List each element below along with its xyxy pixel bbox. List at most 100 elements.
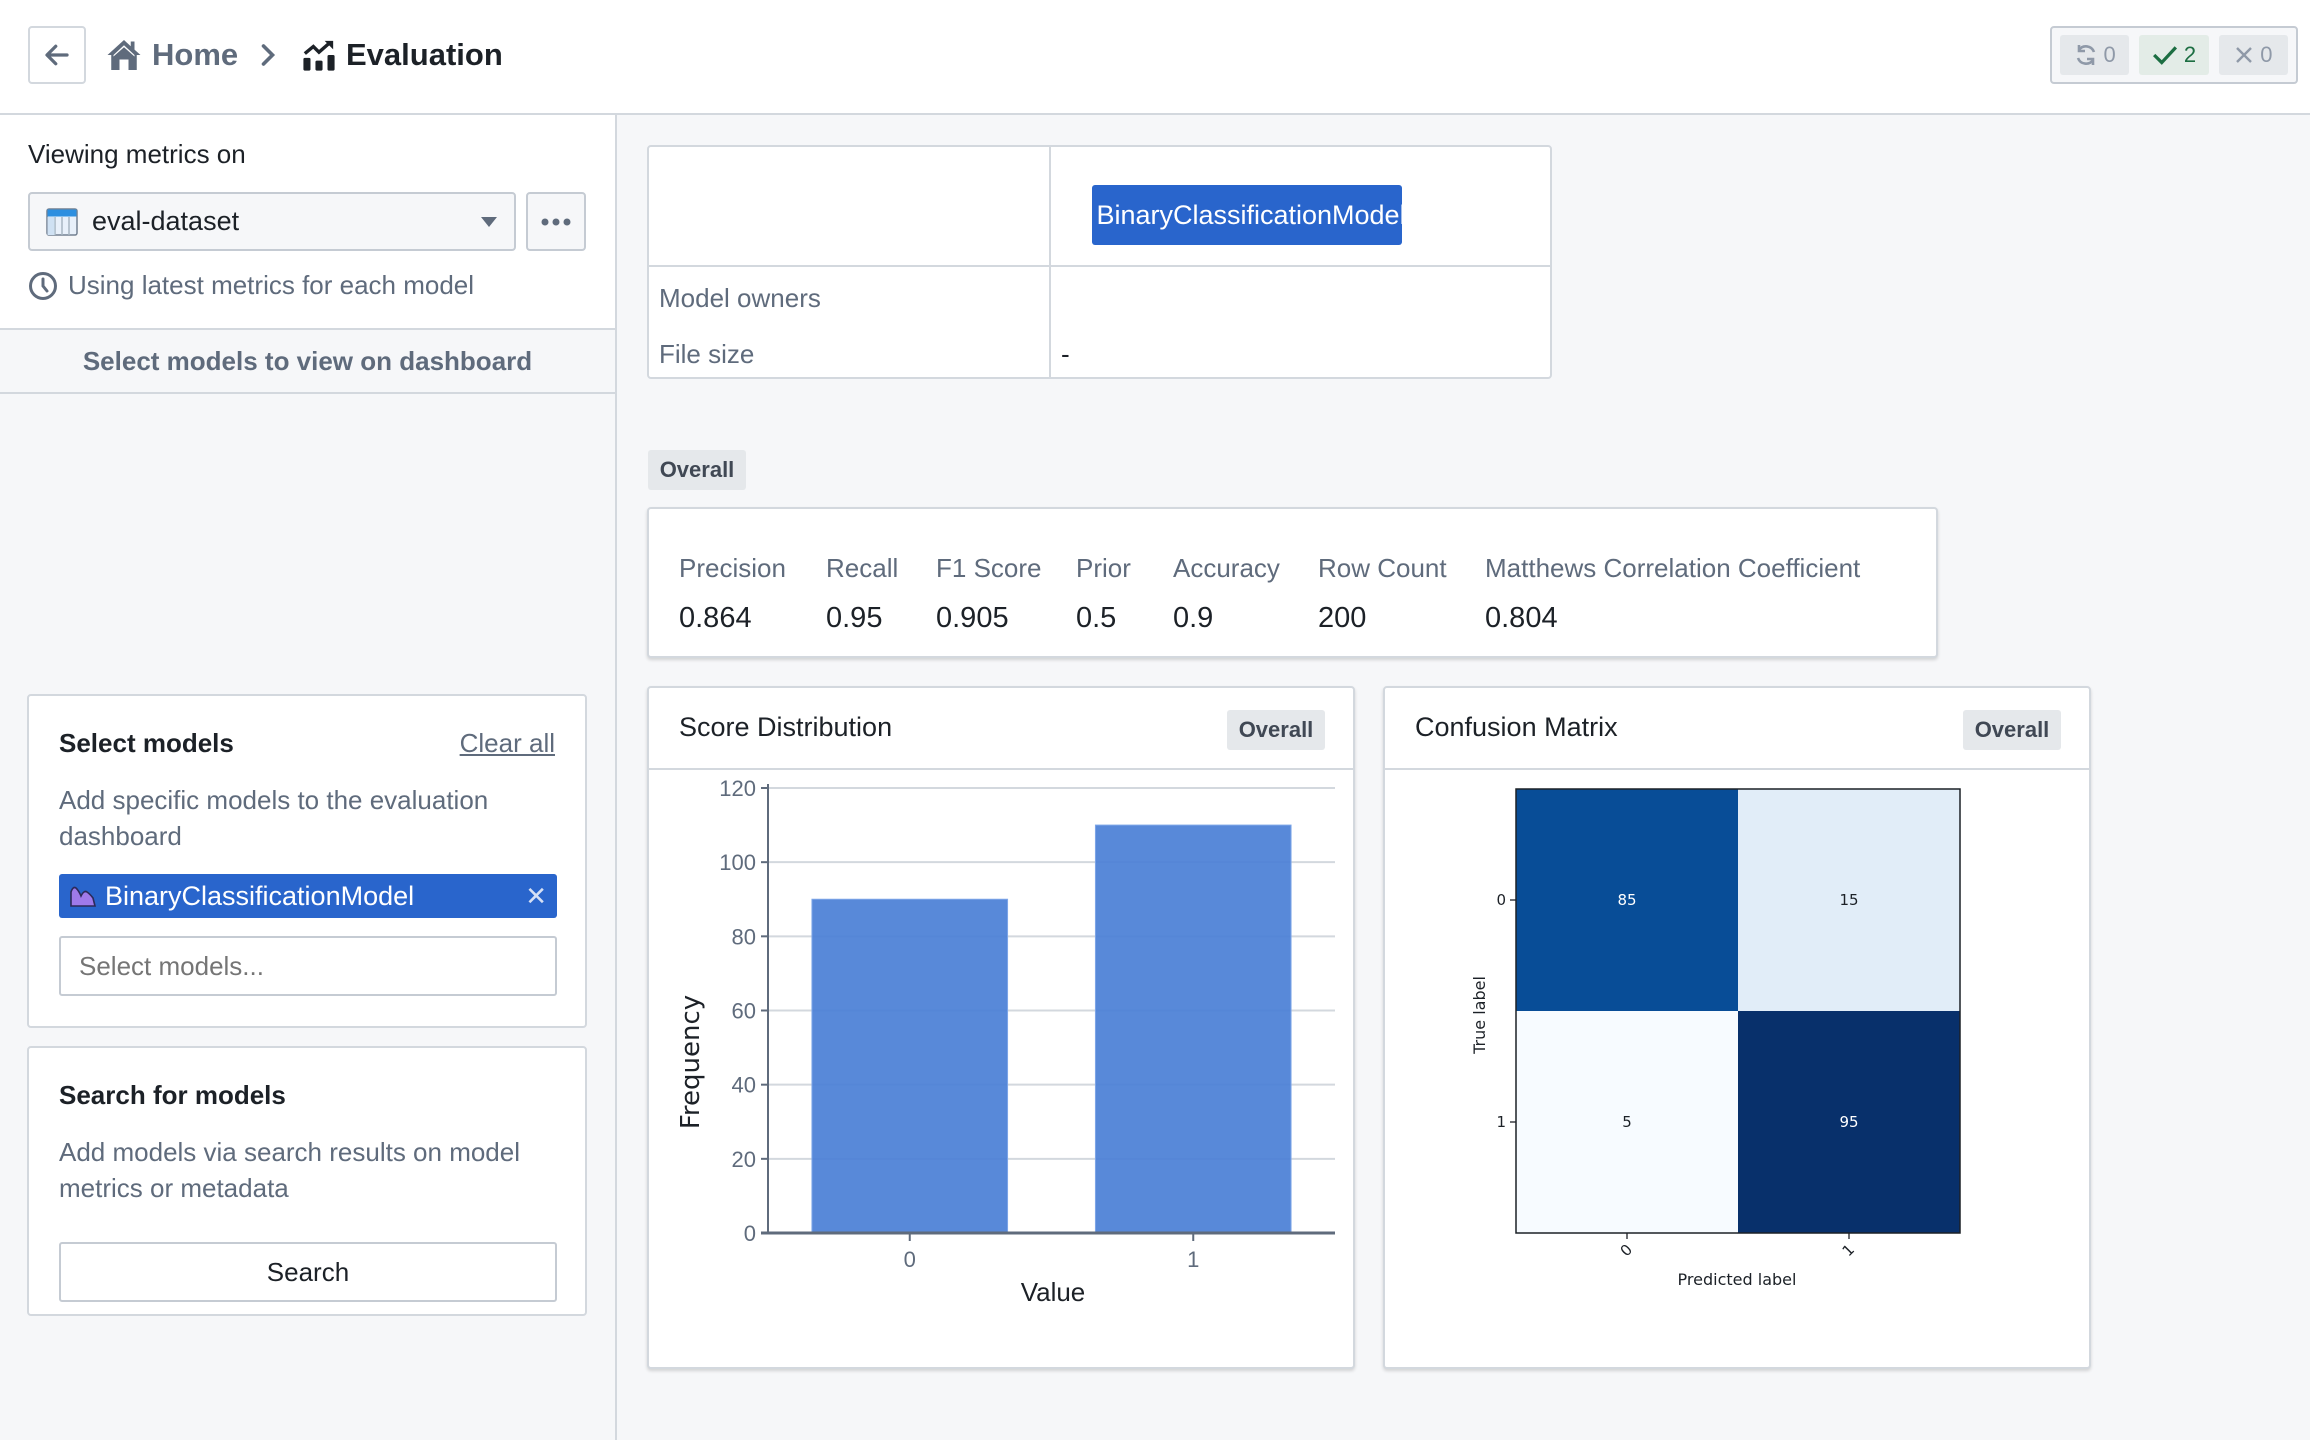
- y-tick-label: 80: [732, 924, 756, 949]
- confusion-matrix-chart: 85 15 5 95 0 1 0 1 Predicted label True label: [1470, 788, 1961, 1289]
- metric-value: 0.5: [1076, 602, 1117, 634]
- x-tick-label: 1: [1187, 1247, 1199, 1272]
- table-divider-horizontal: [649, 265, 1550, 267]
- metric-label: Accuracy: [1173, 553, 1280, 583]
- back-button[interactable]: [28, 26, 86, 84]
- breadcrumb-home[interactable]: Home: [106, 30, 238, 80]
- y-tick-label: 0: [1496, 891, 1506, 909]
- metric-value: 0.95: [826, 602, 883, 634]
- bar: [1094, 824, 1292, 1234]
- chart-overall-tag: Overall: [1227, 710, 1325, 750]
- sidebar: Viewing metrics on eval-dataset Using la…: [0, 115, 617, 1440]
- row-label-file-size: File size: [659, 339, 755, 369]
- status-counter-group: 0 2 0: [2050, 26, 2298, 84]
- metric-label: Recall: [826, 553, 899, 583]
- chart-title: Confusion Matrix: [1415, 712, 1618, 742]
- metric-value: 0.804: [1485, 602, 1558, 634]
- y-tick-label: 100: [719, 850, 756, 875]
- search-models-title: Search for models: [59, 1080, 286, 1110]
- chevron-right-icon: [261, 44, 276, 66]
- x-axis-label: Predicted label: [1678, 1270, 1797, 1289]
- metric-label: Row Count: [1318, 553, 1447, 583]
- metric-value: 200: [1318, 602, 1367, 634]
- status-pending[interactable]: 0: [2060, 35, 2130, 75]
- breadcrumb-separator: [258, 30, 278, 80]
- chart-title: Score Distribution: [679, 712, 893, 742]
- remove-model-icon[interactable]: ✕: [525, 881, 547, 912]
- table-divider-vertical: [1049, 147, 1051, 377]
- status-success[interactable]: 2: [2139, 35, 2209, 75]
- metric-label: Prior: [1076, 553, 1131, 583]
- status-failed[interactable]: 0: [2218, 35, 2288, 75]
- y-axis-label: Frequency: [676, 995, 706, 1129]
- x-tick-label: 0: [904, 1247, 916, 1272]
- chart-header: Score Distribution Overall: [649, 688, 1353, 770]
- dataset-select[interactable]: eval-dataset: [28, 192, 516, 251]
- select-models-input[interactable]: [59, 936, 557, 996]
- y-axis-label: True label: [1470, 976, 1489, 1055]
- caret-down-icon: [481, 216, 497, 227]
- bar: [811, 898, 1009, 1234]
- cell-value-label: 85: [1617, 891, 1636, 909]
- metric-value: 0.9: [1173, 602, 1214, 634]
- selected-model-tag[interactable]: BinaryClassificationModel ✕: [59, 874, 557, 918]
- refresh-icon: [2076, 45, 2095, 65]
- metric-prior: Prior 0.5: [1076, 553, 1131, 635]
- row-value-file-size: -: [1061, 339, 1070, 369]
- x-tick-label: 0: [1617, 1241, 1636, 1260]
- select-models-title: Select models: [59, 728, 234, 758]
- more-options-button[interactable]: [526, 192, 586, 251]
- status-failed-count: 0: [2260, 42, 2273, 67]
- metric-f1-score: F1 Score 0.905: [936, 553, 1042, 635]
- search-button[interactable]: Search: [59, 1242, 557, 1302]
- metric-accuracy: Accuracy 0.9: [1173, 553, 1280, 635]
- clock-icon: [29, 271, 57, 300]
- cell-value-label: 95: [1839, 1113, 1858, 1131]
- page-title: Evaluation: [346, 37, 503, 72]
- selected-model-name: BinaryClassificationModel: [105, 880, 415, 911]
- chart-overall-tag: Overall: [1963, 710, 2061, 750]
- cross-icon: [2236, 47, 2253, 63]
- chart-header: Confusion Matrix Overall: [1385, 688, 2089, 770]
- metric-value: 0.864: [679, 602, 752, 634]
- breadcrumb-home-label: Home: [152, 37, 239, 72]
- status-pending-count: 0: [2103, 42, 2116, 67]
- score-distribution-card: Score Distribution Overall 0 20 40 60 80 100 1…: [647, 686, 1355, 1369]
- model-column-header-button[interactable]: BinaryClassificationModel: [1092, 185, 1406, 245]
- y-tick-label: 0: [744, 1221, 756, 1246]
- home-icon: [106, 38, 142, 72]
- check-icon: [2152, 46, 2177, 65]
- y-tick-label: 60: [732, 999, 756, 1024]
- x-axis-label: Value: [1021, 1277, 1086, 1307]
- search-models-card: Search for models Add models via search …: [27, 1046, 587, 1316]
- model-column-header-label: BinaryClassificationModel: [1096, 199, 1406, 230]
- dataset-table-icon: [46, 207, 78, 236]
- metric-recall: Recall 0.95: [826, 553, 898, 635]
- latest-metrics-note: Using latest metrics for each model: [28, 270, 474, 301]
- breadcrumb-evaluation: Evaluation: [302, 30, 503, 80]
- model-info-table: BinaryClassificationModel Model owners F…: [647, 145, 1552, 379]
- select-models-description: Add specific models to the evaluation da…: [59, 785, 489, 851]
- chart-growth-icon: [302, 39, 336, 71]
- search-models-description: Add models via search results on model m…: [59, 1137, 521, 1203]
- overall-tag: Overall: [648, 450, 746, 490]
- confusion-matrix-card: Confusion Matrix Overall 85 15 5 95 0 1 0 1 Pr…: [1383, 686, 2091, 1369]
- cell-value-label: 15: [1839, 891, 1858, 909]
- metric-label: F1 Score: [936, 553, 1042, 583]
- status-success-count: 2: [2183, 42, 2197, 67]
- sidebar-panel-body: Select models Clear all Add specific mod…: [0, 394, 615, 1440]
- arrow-left-icon: [45, 44, 69, 66]
- metric-label: Precision: [679, 553, 786, 583]
- metric-precision: Precision 0.864: [679, 553, 786, 635]
- metrics-card: Precision 0.864 Recall 0.95 F1 Score 0.9…: [647, 507, 1938, 658]
- section-header: Select models to view on dashboard: [0, 328, 615, 394]
- model-icon: [70, 886, 97, 907]
- metric-value: 0.905: [936, 602, 1009, 634]
- y-tick-label: 20: [732, 1147, 756, 1172]
- clear-all-link[interactable]: Clear all: [460, 728, 555, 759]
- metric-row-count: Row Count 200: [1318, 553, 1447, 635]
- viewing-metrics-label: Viewing metrics on: [28, 139, 246, 169]
- x-tick-label: 1: [1839, 1241, 1858, 1260]
- y-tick-label: 1: [1496, 1113, 1506, 1131]
- metric-label: Matthews Correlation Coefficient: [1485, 553, 1861, 583]
